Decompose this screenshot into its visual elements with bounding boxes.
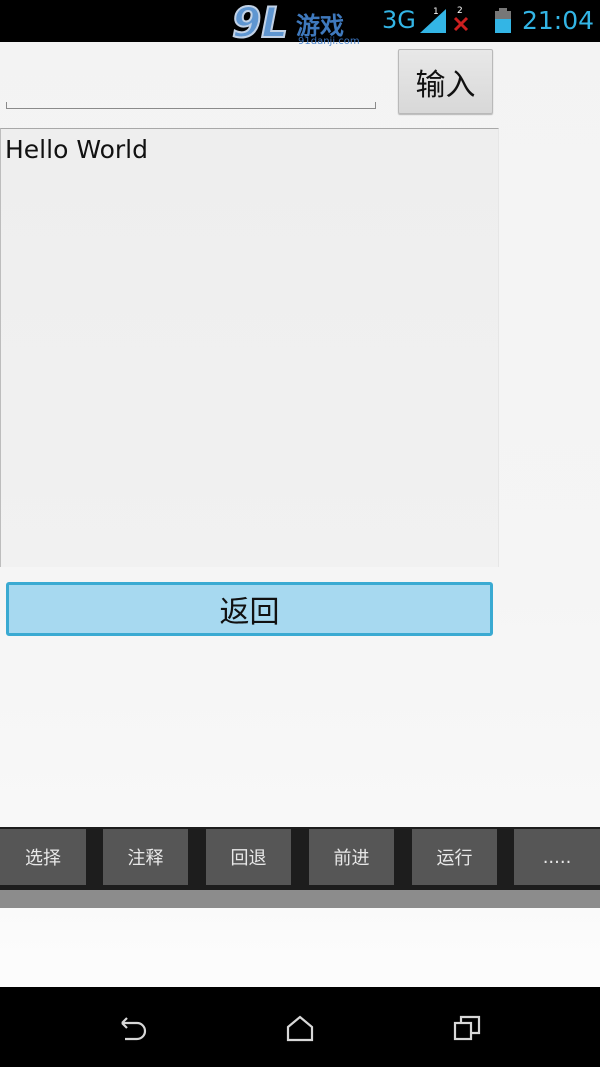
toolbar-redo-button[interactable]: 前进	[309, 829, 394, 885]
watermark-site: 91danji.com	[298, 36, 360, 47]
network-type: 3G	[382, 6, 416, 34]
toolbar-undo-button[interactable]: 回退	[206, 829, 291, 885]
home-icon[interactable]	[284, 1013, 316, 1043]
toolbar-undo-label: 回退	[230, 848, 267, 869]
enter-button-label: 输入	[415, 67, 476, 103]
output-text: Hello World	[5, 135, 148, 164]
watermark-logo: 9L	[231, 0, 289, 47]
sim1-label: 1	[433, 7, 439, 17]
watermark: 9L 游戏 91danji.com	[231, 0, 372, 50]
enter-button[interactable]: 输入	[398, 49, 493, 114]
sim2-label: 2	[457, 6, 463, 16]
toolbar-more-label: .....	[542, 846, 572, 868]
toolbar-more-button[interactable]: .....	[514, 829, 600, 885]
input-underline	[6, 108, 376, 109]
toolbar-strip	[0, 890, 600, 908]
toolbar-select-label: 选择	[25, 848, 61, 869]
toolbar-run-label: 运行	[436, 848, 473, 869]
bottom-toolbar: 选择 注释 回退 前进 运行 .....	[0, 827, 600, 890]
toolbar-select-button[interactable]: 选择	[0, 829, 86, 885]
status-bar: 9L 游戏 91danji.com 3G 1 2 21:04	[0, 0, 600, 47]
recent-apps-icon[interactable]	[451, 1013, 483, 1043]
toolbar-run-button[interactable]: 运行	[412, 829, 497, 885]
battery-icon	[495, 8, 511, 33]
back-button[interactable]: 返回	[6, 582, 493, 636]
sim2-no-signal-icon: 2	[453, 6, 469, 32]
output-text-area[interactable]: Hello World	[0, 128, 499, 567]
signal-icon: 1	[420, 7, 446, 33]
toolbar-comment-label: 注释	[127, 848, 164, 869]
clock: 21:04	[522, 6, 595, 35]
toolbar-comment-button[interactable]: 注释	[103, 829, 188, 885]
back-button-label: 返回	[219, 595, 280, 630]
navigation-bar	[0, 987, 600, 1067]
input-underline-tick-left	[6, 102, 7, 109]
input-underline-tick-right	[375, 102, 376, 109]
code-input[interactable]	[6, 52, 376, 110]
back-icon[interactable]	[117, 1013, 149, 1043]
toolbar-redo-label: 前进	[333, 848, 370, 869]
